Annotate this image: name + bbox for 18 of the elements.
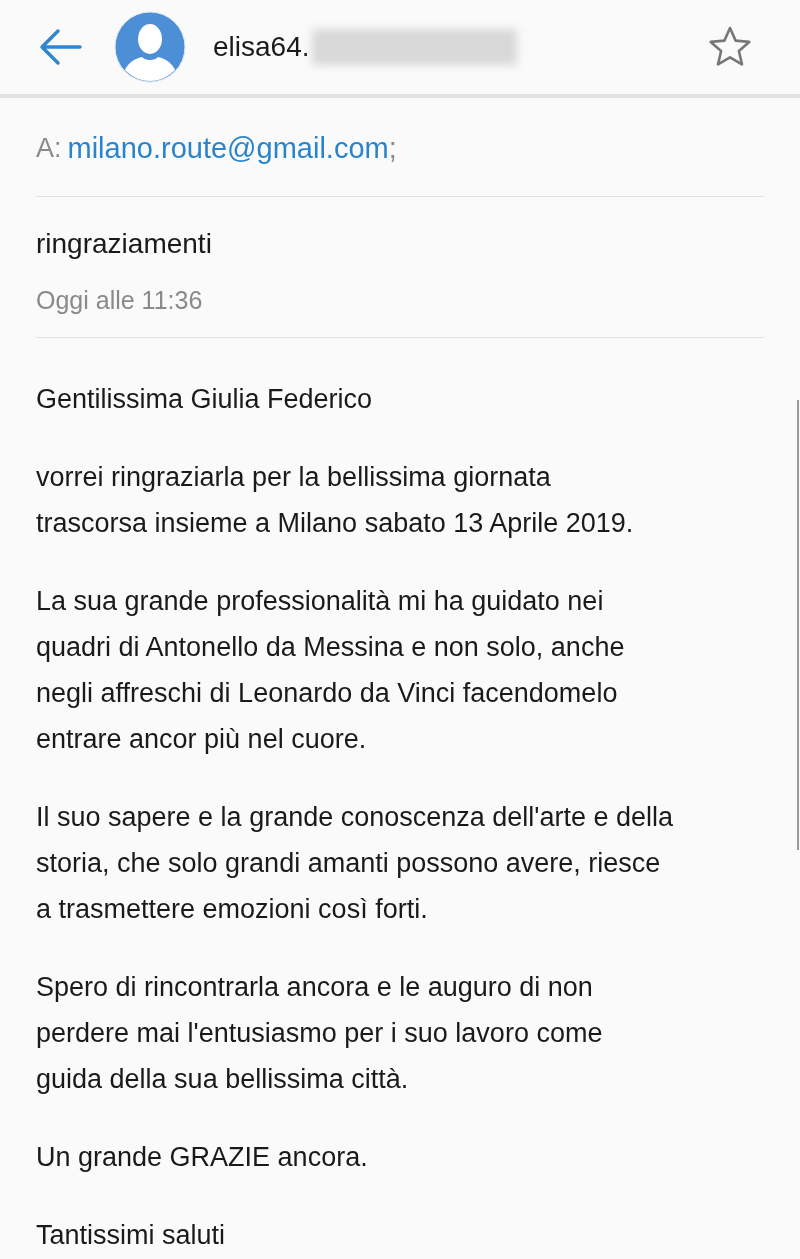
body-paragraph: Tantissimi saluti [36, 1219, 227, 1252]
body-paragraph: Un grande GRAZIE ancora. [36, 1141, 369, 1174]
recipient-label: A: [36, 132, 62, 164]
body-paragraph: Gentilissima Giulia Federico [36, 383, 374, 416]
back-button[interactable] [38, 27, 82, 67]
body-paragraph: Il suo sapere e la grande conoscenza dell'arte e della storia, che solo grandi amanti possono avere, riesce a trasmettere emozioni così forti. [36, 801, 675, 926]
star-icon [708, 25, 752, 69]
body-paragraph: Spero di rincontrarla ancora e le auguro di non perdere mai l'entusiasmo per i suo lavoro come guida della sua bellissima città. [36, 971, 604, 1096]
email-subject: ringraziamenti [36, 227, 213, 261]
body-paragraph: vorrei ringraziarla per la bellissima giornata trascorsa insieme a Milano sabato 13 Aprile 2019. [36, 461, 635, 540]
back-arrow-icon [38, 27, 82, 67]
separator: ; [388, 131, 397, 165]
email-date: Oggi alle 11:36 [36, 285, 204, 315]
star-button[interactable] [708, 25, 752, 69]
sender-address: elisa64. [213, 31, 310, 63]
avatar-icon [114, 11, 186, 83]
recipient-address[interactable]: milano.route@gmail.com [67, 131, 389, 165]
body-paragraph: La sua grande professionalità mi ha guidato nei quadri di Antonello da Messina e non solo, anche negli affreschi di Leonardo da Vinci facendomelo entrare ancor più nel cuore. [36, 585, 626, 756]
